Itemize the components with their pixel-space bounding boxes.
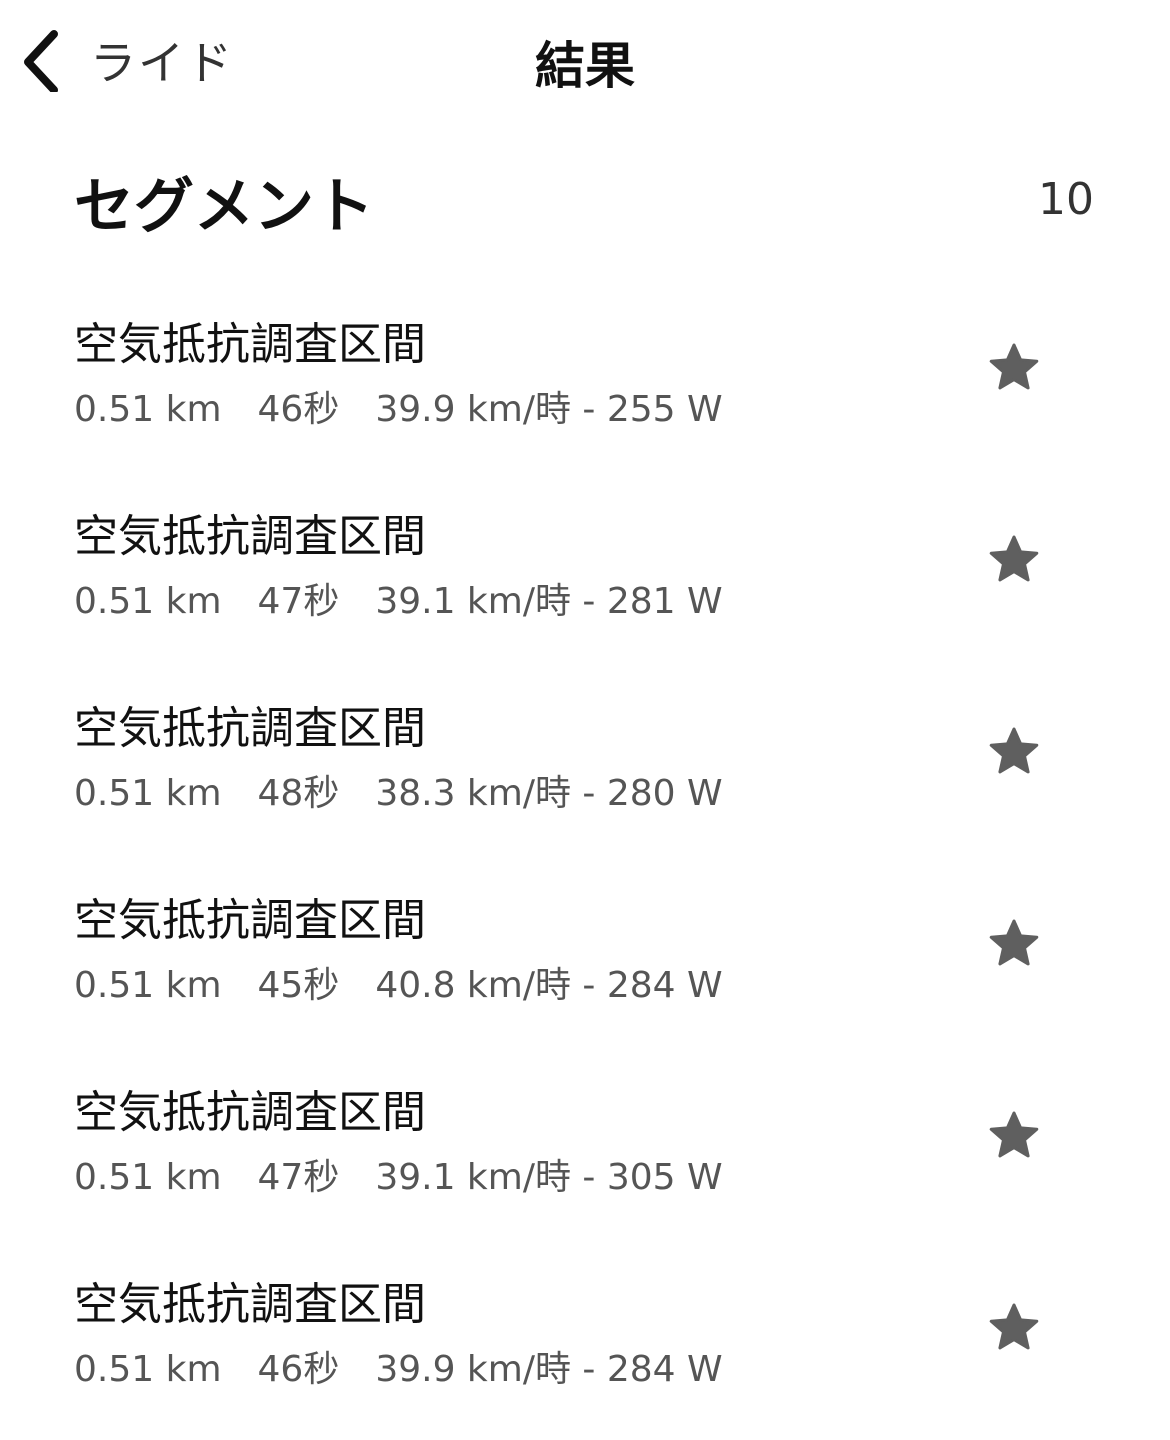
segment-row[interactable]: 空気抵抗調査区間 0.51 km 47秒 39.1 km/時 - 305 W	[0, 1056, 1170, 1248]
star-icon	[988, 727, 1040, 782]
segment-row[interactable]: 空気抵抗調査区間 0.51 km 46秒 39.9 km/時 - 284 W	[0, 1248, 1170, 1440]
star-button[interactable]	[988, 1110, 1040, 1162]
segment-distance: 0.51 km	[74, 581, 222, 622]
segment-distance: 0.51 km	[74, 965, 222, 1006]
segment-time: 47秒	[257, 581, 340, 622]
segment-name: 空気抵抗調査区間	[74, 319, 426, 370]
segments-section-header: セグメント 10	[74, 158, 1098, 242]
segment-stats: 0.51 km 47秒 39.1 km/時 - 305 W	[74, 1148, 723, 1200]
segment-list: 空気抵抗調査区間 0.51 km 46秒 39.9 km/時 - 255 W 空気抵…	[0, 288, 1170, 1440]
segment-distance: 0.51 km	[74, 389, 222, 430]
segment-stats: 0.51 km 46秒 39.9 km/時 - 255 W	[74, 380, 723, 432]
star-button[interactable]	[988, 1302, 1040, 1354]
segment-name: 空気抵抗調査区間	[74, 1279, 426, 1330]
segment-distance: 0.51 km	[74, 1349, 222, 1390]
segment-row[interactable]: 空気抵抗調査区間 0.51 km 46秒 39.9 km/時 - 255 W	[0, 288, 1170, 480]
segment-speed-power: 39.9 km/時 - 255 W	[375, 389, 723, 430]
segment-stats: 0.51 km 48秒 38.3 km/時 - 280 W	[74, 764, 723, 816]
segment-name: 空気抵抗調査区間	[74, 895, 426, 946]
segment-speed-power: 39.9 km/時 - 284 W	[375, 1349, 723, 1390]
segment-name: 空気抵抗調査区間	[74, 1087, 426, 1138]
section-title: セグメント	[74, 172, 374, 242]
segment-distance: 0.51 km	[74, 1157, 222, 1198]
page-title: 結果	[535, 37, 635, 95]
segment-speed-power: 40.8 km/時 - 284 W	[375, 965, 723, 1006]
star-button[interactable]	[988, 918, 1040, 970]
segment-name: 空気抵抗調査区間	[74, 511, 426, 562]
segment-stats: 0.51 km 45秒 40.8 km/時 - 284 W	[74, 956, 723, 1008]
segment-count: 10	[1038, 174, 1094, 225]
star-icon	[988, 1303, 1040, 1358]
segment-stats: 0.51 km 46秒 39.9 km/時 - 284 W	[74, 1340, 723, 1392]
segment-speed-power: 39.1 km/時 - 305 W	[375, 1157, 723, 1198]
star-icon	[988, 535, 1040, 590]
segment-stats: 0.51 km 47秒 39.1 km/時 - 281 W	[74, 572, 723, 624]
star-button[interactable]	[988, 726, 1040, 778]
segment-row[interactable]: 空気抵抗調査区間 0.51 km 45秒 40.8 km/時 - 284 W	[0, 864, 1170, 1056]
segment-row[interactable]: 空気抵抗調査区間 0.51 km 47秒 39.1 km/時 - 281 W	[0, 480, 1170, 672]
segment-time: 46秒	[257, 389, 340, 430]
segment-name: 空気抵抗調査区間	[74, 703, 426, 754]
segment-distance: 0.51 km	[74, 773, 222, 814]
segment-time: 47秒	[257, 1157, 340, 1198]
segment-speed-power: 38.3 km/時 - 280 W	[375, 773, 723, 814]
segment-time: 45秒	[257, 965, 340, 1006]
segment-speed-power: 39.1 km/時 - 281 W	[375, 581, 723, 622]
segment-row[interactable]: 空気抵抗調査区間 0.51 km 48秒 38.3 km/時 - 280 W	[0, 672, 1170, 864]
star-icon	[988, 919, 1040, 974]
segment-time: 48秒	[257, 773, 340, 814]
segment-time: 46秒	[257, 1349, 340, 1390]
star-button[interactable]	[988, 342, 1040, 394]
star-icon	[988, 1111, 1040, 1166]
star-button[interactable]	[988, 534, 1040, 586]
navigation-bar: ライド 結果	[0, 0, 1170, 120]
star-icon	[988, 343, 1040, 398]
